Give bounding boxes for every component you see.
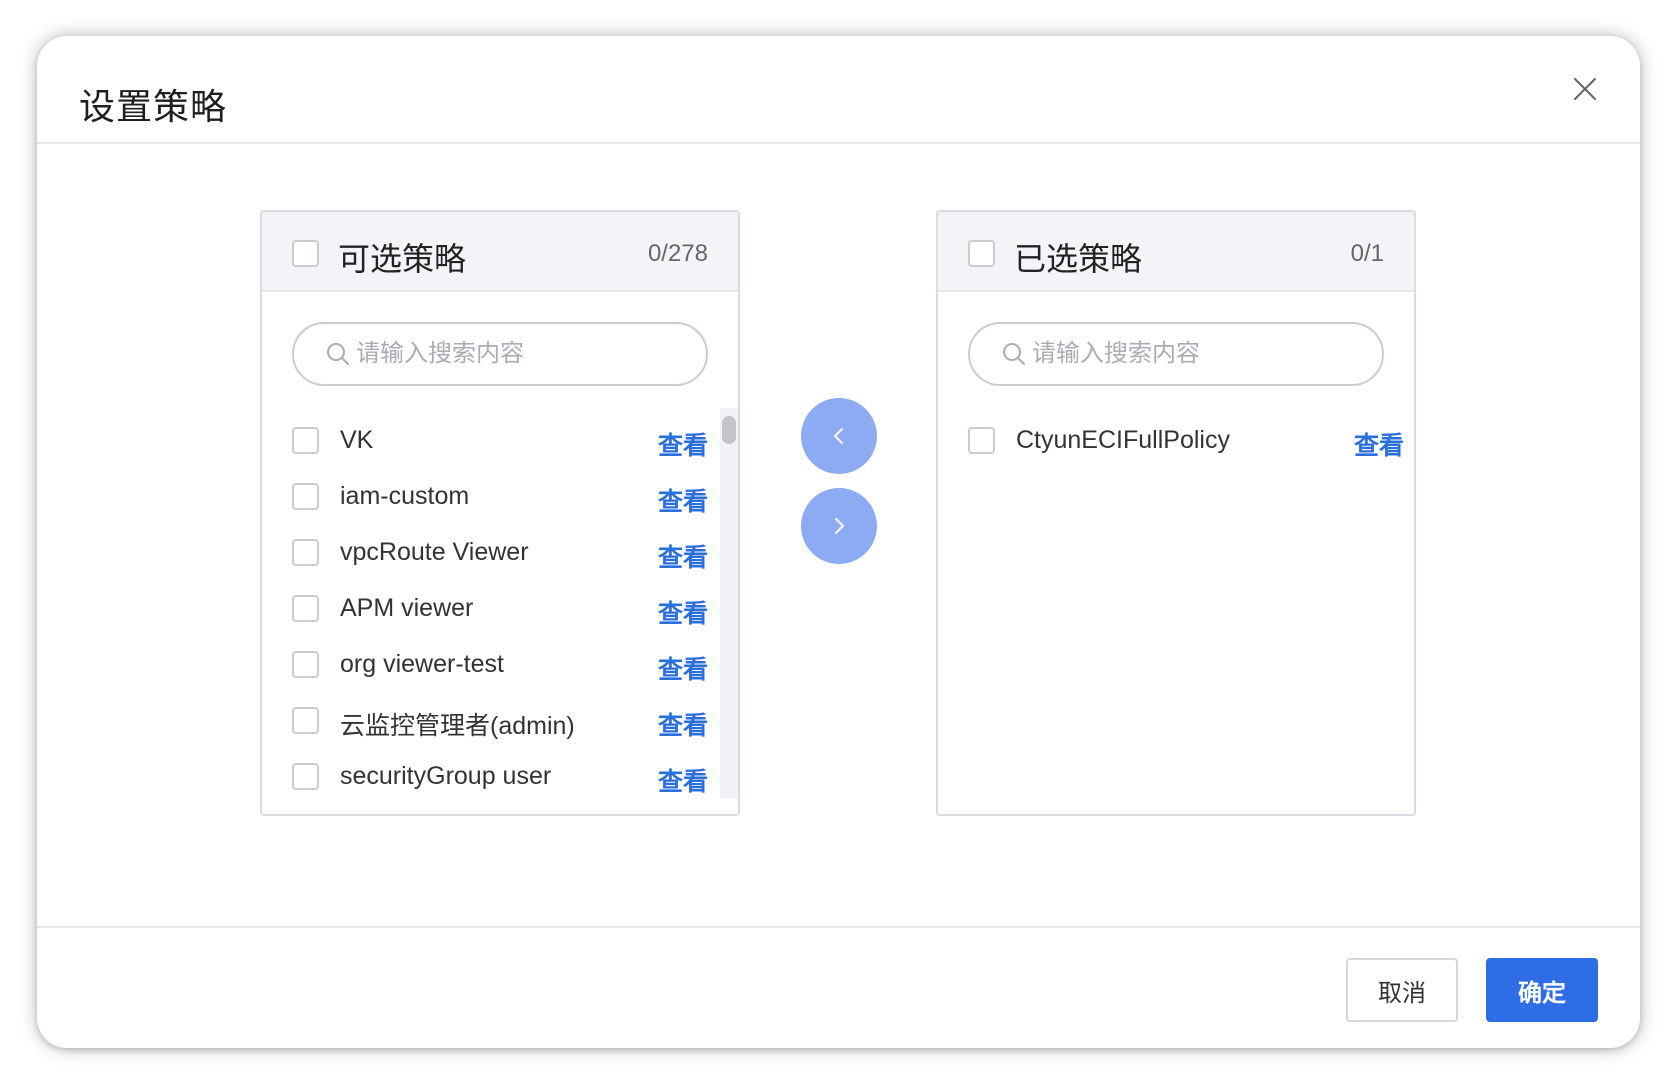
dialog-title: 设置策略 — [79, 86, 228, 127]
scrollbar-track[interactable] — [720, 408, 738, 798]
item-checkbox[interactable] — [292, 483, 319, 510]
set-policy-dialog: 设置策略 可选策略 0/278 VK 查看 — [37, 36, 1640, 1048]
chevron-left-icon — [834, 428, 843, 444]
item-label: iam-custom — [340, 482, 470, 510]
scrollbar-thumb[interactable] — [722, 416, 736, 444]
view-link[interactable]: 查看 — [658, 706, 708, 742]
cancel-button[interactable]: 取消 — [1346, 958, 1458, 1022]
view-link[interactable]: 查看 — [658, 426, 708, 462]
selection-count: 0/1 — [1350, 240, 1384, 267]
item-label: CtyunECIFullPolicy — [1016, 426, 1230, 454]
close-icon — [1574, 78, 1596, 100]
view-link[interactable]: 查看 — [1354, 426, 1404, 462]
move-left-button[interactable] — [801, 398, 877, 474]
list-item: org viewer-test 查看 — [262, 636, 738, 696]
item-label: vpcRoute Viewer — [340, 538, 529, 566]
available-search-box — [292, 322, 708, 386]
view-link[interactable]: 查看 — [658, 594, 708, 630]
selected-search-box — [968, 322, 1384, 386]
search-icon — [1003, 343, 1025, 365]
select-all-available-checkbox[interactable] — [292, 240, 319, 267]
item-checkbox[interactable] — [292, 595, 319, 622]
close-button[interactable] — [1572, 76, 1598, 102]
confirm-button[interactable]: 确定 — [1486, 958, 1598, 1022]
item-label: 云监控管理者(admin) — [340, 712, 575, 740]
list-item: CtyunECIFullPolicy 查看 — [938, 412, 1414, 472]
item-checkbox[interactable] — [292, 539, 319, 566]
list-item: APM viewer 查看 — [262, 580, 738, 640]
list-item: VK 查看 — [262, 412, 738, 472]
list-item: 云监控管理者(admin) 查看 — [262, 692, 738, 752]
chevron-right-icon — [835, 518, 844, 534]
list-item: securityGroup user 查看 — [262, 748, 738, 798]
view-link[interactable]: 查看 — [658, 538, 708, 574]
item-checkbox[interactable] — [968, 427, 995, 454]
move-right-button[interactable] — [801, 488, 877, 564]
item-checkbox[interactable] — [292, 763, 319, 790]
view-link[interactable]: 查看 — [658, 650, 708, 686]
select-all-selected-checkbox[interactable] — [968, 240, 995, 267]
dialog-footer: 取消 确定 — [37, 926, 1640, 1048]
panel-title: 可选策略 — [338, 241, 467, 277]
panel-header: 已选策略 0/1 — [938, 212, 1414, 292]
panel-title: 已选策略 — [1014, 241, 1143, 277]
item-label: org viewer-test — [340, 650, 504, 678]
list-item: vpcRoute Viewer 查看 — [262, 524, 738, 584]
item-label: VK — [340, 426, 374, 454]
search-input[interactable] — [356, 340, 686, 368]
available-policies-panel: 可选策略 0/278 VK 查看 iam-custom 查看 vp — [260, 210, 740, 816]
item-label: securityGroup user — [340, 762, 552, 790]
selection-count: 0/278 — [647, 240, 708, 267]
dialog-header: 设置策略 — [37, 36, 1640, 144]
panel-header: 可选策略 0/278 — [262, 212, 738, 292]
search-input[interactable] — [1032, 340, 1362, 368]
item-checkbox[interactable] — [292, 707, 319, 734]
available-policy-list: VK 查看 iam-custom 查看 vpcRoute Viewer 查看 A… — [262, 412, 738, 798]
selected-policies-panel: 已选策略 0/1 CtyunECIFullPolicy 查看 — [936, 210, 1416, 816]
item-label: APM viewer — [340, 594, 474, 622]
search-icon — [327, 343, 349, 365]
view-link[interactable]: 查看 — [658, 482, 708, 518]
list-item: iam-custom 查看 — [262, 468, 738, 528]
item-checkbox[interactable] — [292, 651, 319, 678]
selected-policy-list: CtyunECIFullPolicy 查看 — [938, 412, 1414, 798]
item-checkbox[interactable] — [292, 427, 319, 454]
view-link[interactable]: 查看 — [658, 762, 708, 798]
